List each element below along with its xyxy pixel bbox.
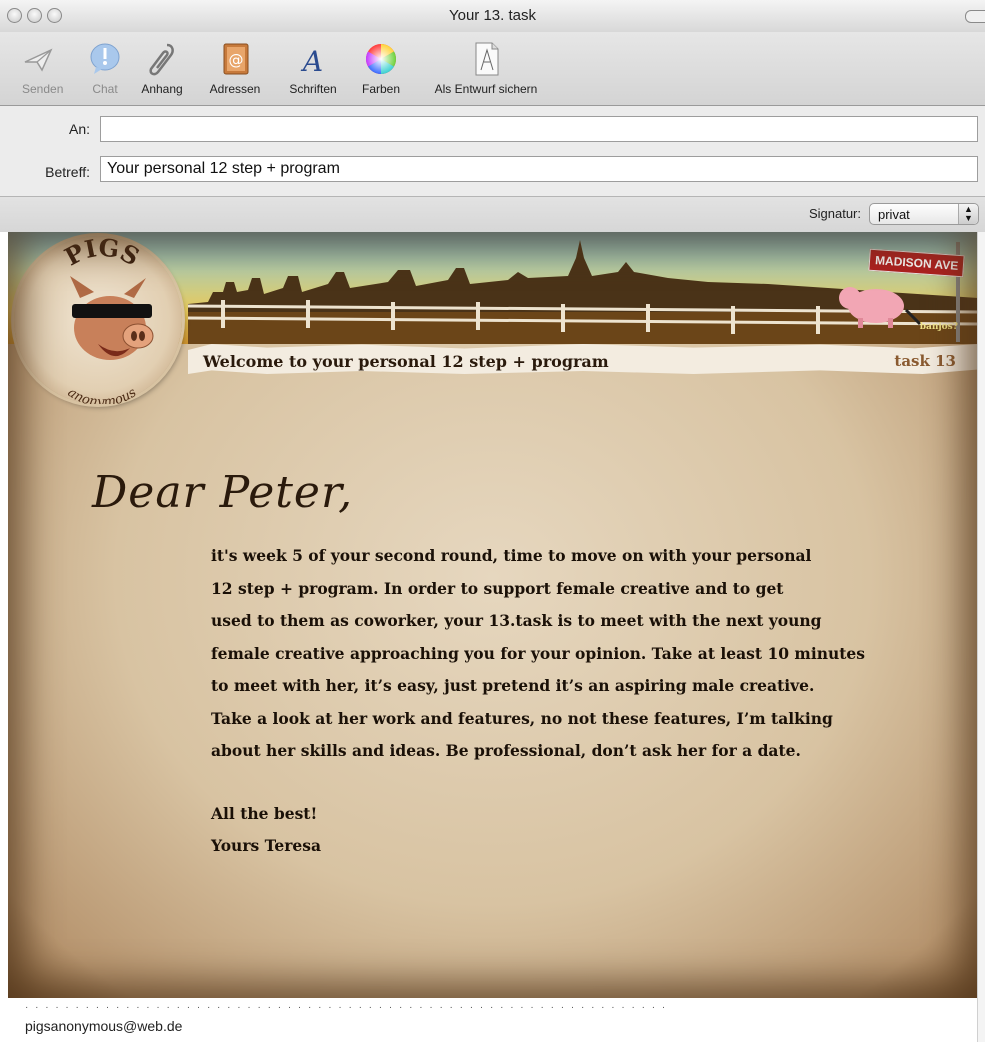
draft-icon [475,42,499,76]
svg-text:@: @ [229,51,244,69]
to-field[interactable] [100,116,978,142]
signature-select[interactable]: privat ▲ ▼ [869,203,979,225]
attach-button[interactable]: Anhang [134,40,190,96]
task-tag: task 13 [894,352,956,370]
attach-label: Anhang [141,82,183,96]
send-icon [24,48,53,72]
vertical-scrollbar[interactable] [977,232,985,1042]
signature-bar: Signatur: privat ▲ ▼ [0,196,985,233]
fonts-button[interactable]: A Schriften [281,40,345,96]
toolbar-toggle-button[interactable] [965,10,985,23]
paperclip-icon [149,43,174,76]
message-body[interactable]: MADISON AVE banjos? Welcome to your pers… [0,232,985,1042]
signature-label: Signatur: [808,206,861,221]
stepper-arrows-icon: ▲ ▼ [958,204,978,224]
chat-label: Chat [92,82,118,96]
signature-footer: · · · · · · · · · · · · · · · · · · · · … [0,998,985,1042]
subject-label: Betreff: [45,164,90,180]
chat-icon [90,43,120,74]
banjos-tagline: banjos? [919,322,958,332]
letter-line: 12 step + program. In order to support f… [211,578,784,598]
closing-greeting: All the best! [211,804,318,823]
welcome-heading: Welcome to your personal 12 step + progr… [203,352,609,371]
addresses-button[interactable]: @ Adressen [202,40,268,96]
send-button[interactable]: Senden [22,40,63,96]
pigs-anonymous-logo: PIGS anonymous [14,232,182,410]
toolbar: Senden Chat Anhang @ Adressen A Schrifte… [0,32,985,106]
address-book-icon: @ [223,43,249,75]
chat-button[interactable]: Chat [86,40,124,96]
send-label: Senden [22,82,64,96]
letter-closing: All the best! Yours Teresa [211,798,321,862]
colors-label: Farben [361,82,401,96]
signature-separator: · · · · · · · · · · · · · · · · · · · · … [25,1002,668,1013]
fonts-label: Schriften [289,82,337,96]
logo-top-text: PIGS [60,236,145,271]
save-draft-label: Als Entwurf sichern [434,82,538,96]
letter-image: MADISON AVE banjos? Welcome to your pers… [8,232,978,998]
mail-compose-window: Your 13. task Senden Chat Anhang @ Adres… [0,0,985,1042]
sender-name: Yours Teresa [211,836,322,855]
letter-line: Take a look at her work and features, no… [211,708,833,728]
fonts-icon: A [300,45,323,78]
window-title: Your 13. task [448,7,536,24]
pig-logo-icon: PIGS anonymous [60,232,154,410]
letter-paragraph: it's week 5 of your second round, time t… [211,540,931,768]
svg-text:A: A [300,45,323,78]
colors-button[interactable]: Farben [356,40,406,96]
letter-line: about her skills and ideas. Be professio… [211,741,801,760]
letter-line: to meet with her, it’s easy, just preten… [211,676,815,695]
logo-bottom-text: anonymous [65,385,140,404]
signature-email: pigsanonymous@web.de [25,1018,183,1034]
salutation: Dear Peter, [92,467,354,518]
to-label: An: [68,121,90,137]
title-bar: Your 13. task [0,0,985,33]
letter-line: used to them as coworker, your 13.task i… [211,611,822,630]
addresses-label: Adressen [209,82,261,96]
letter-line: it's week 5 of your second round, time t… [211,546,812,565]
color-wheel-icon [365,43,397,74]
signature-value: privat [878,207,910,222]
subject-field[interactable]: Your personal 12 step + program [100,156,978,182]
save-draft-button[interactable]: Als Entwurf sichern [418,40,554,96]
letter-line: female creative approaching you for your… [211,643,865,663]
message-header: An: Betreff: Your personal 12 step + pro… [0,106,985,196]
